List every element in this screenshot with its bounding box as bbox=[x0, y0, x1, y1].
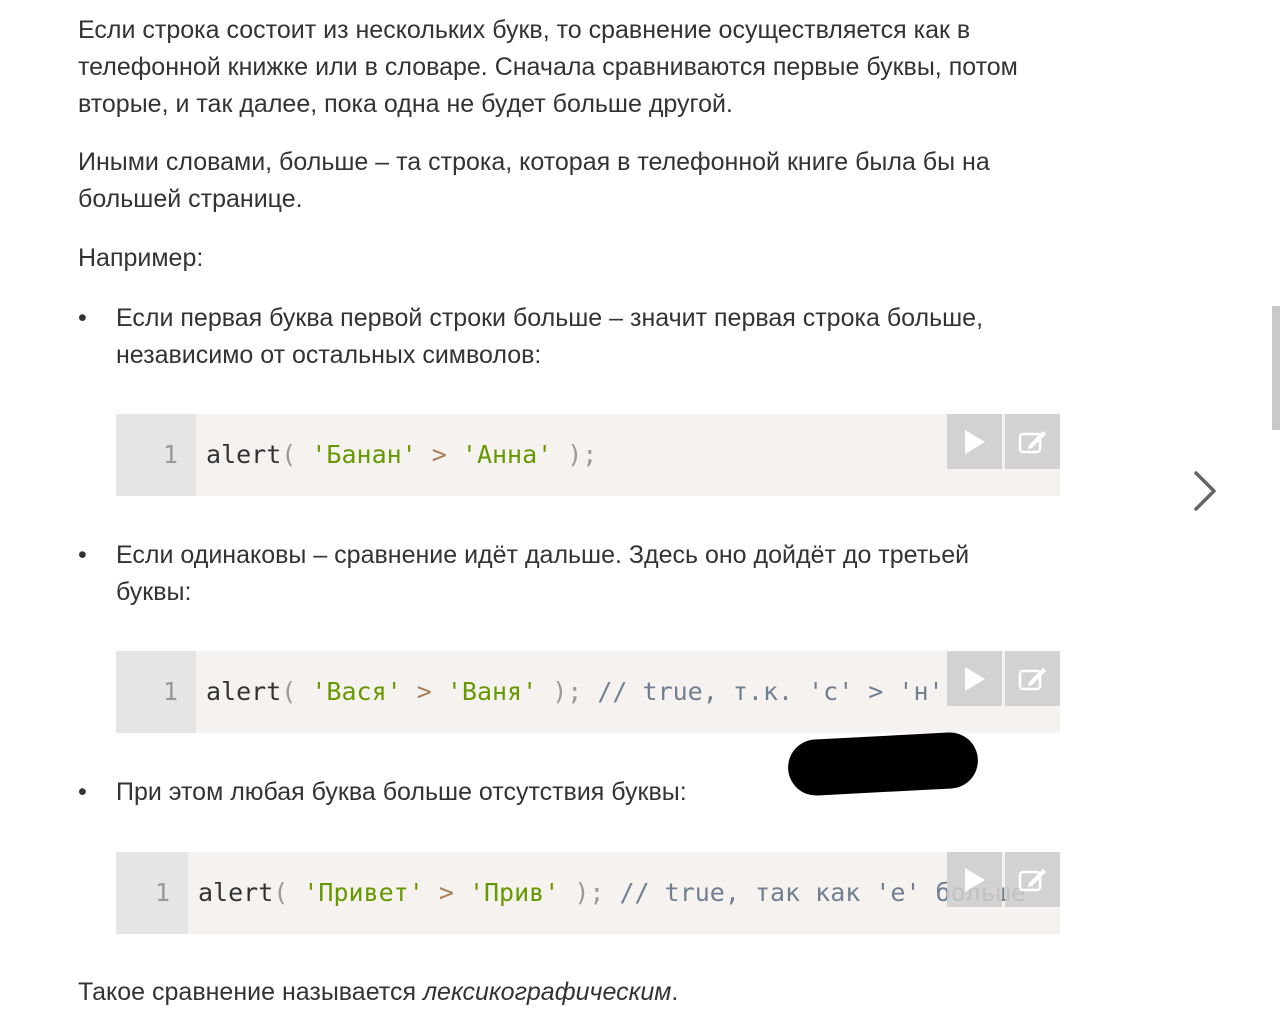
code-string: 'Вася' bbox=[311, 677, 402, 706]
play-icon bbox=[964, 429, 985, 454]
code-string: 'Анна' bbox=[461, 440, 553, 469]
code-string: 'Прив' bbox=[468, 878, 560, 907]
code-block: 1 alert( 'Банан' > 'Анна' ); bbox=[116, 414, 1060, 496]
list-item-text: Если первая буква первой строки больше –… bbox=[116, 304, 984, 369]
code-line: alert( 'Вася' > 'Ваня' ); // true, т.к. … bbox=[206, 651, 944, 733]
code-punctuation: ( bbox=[273, 878, 304, 907]
scrollbar-thumb[interactable] bbox=[1272, 306, 1280, 430]
code-punctuation: ); bbox=[559, 878, 620, 907]
edit-code-button[interactable] bbox=[1005, 852, 1060, 907]
code-function: alert bbox=[206, 677, 282, 706]
paragraph-lexicographic-intro: Если строка состоит из нескольких букв, … bbox=[78, 16, 1018, 118]
code-punctuation: ); bbox=[552, 440, 598, 469]
code-block: 1 alert( 'Вася' > 'Ваня' ); // true, т.к… bbox=[116, 651, 1060, 733]
conclusion-period: . bbox=[671, 978, 679, 1006]
bullet-icon: • bbox=[78, 541, 87, 569]
line-number: 1 bbox=[116, 651, 196, 733]
code-function: alert bbox=[206, 440, 282, 469]
code-operator: > bbox=[423, 878, 469, 907]
edit-icon bbox=[1018, 868, 1046, 891]
run-code-button[interactable] bbox=[947, 414, 1002, 469]
bullet-icon: • bbox=[78, 778, 87, 806]
code-punctuation: ( bbox=[281, 677, 312, 706]
code-line: alert( 'Банан' > 'Анна' ); bbox=[206, 414, 597, 496]
conclusion-text: Такое сравнение называется bbox=[78, 978, 423, 1006]
code-punctuation: ); bbox=[537, 677, 598, 706]
play-icon bbox=[964, 867, 985, 892]
code-operator: > bbox=[401, 677, 447, 706]
paragraph-example-label: Например: bbox=[78, 244, 204, 272]
code-string: 'Банан' bbox=[311, 440, 417, 469]
list-item-text: При этом любая буква больше отсутствия б… bbox=[116, 778, 687, 806]
edit-icon bbox=[1018, 667, 1046, 690]
line-number: 1 bbox=[116, 414, 196, 496]
paragraph-conclusion: Такое сравнение называется лексикографич… bbox=[78, 974, 1038, 1011]
paragraph-phonebook-analogy: Иными словами, больше – та строка, котор… bbox=[78, 148, 990, 213]
line-number: 1 bbox=[116, 852, 188, 934]
list-item-text: Если одинаковы – сравнение идёт дальше. … bbox=[116, 541, 970, 606]
code-punctuation: ( bbox=[281, 440, 312, 469]
code-string: 'Ваня' bbox=[446, 677, 538, 706]
code-operator: > bbox=[416, 440, 462, 469]
code-comment: // true, т.к. 'с' > 'н' bbox=[597, 677, 944, 706]
run-code-button[interactable] bbox=[947, 651, 1002, 706]
edit-code-button[interactable] bbox=[1005, 414, 1060, 469]
code-string: 'Привет' bbox=[303, 878, 424, 907]
edit-code-button[interactable] bbox=[1005, 651, 1060, 706]
code-function: alert bbox=[198, 878, 274, 907]
edit-icon bbox=[1018, 430, 1046, 453]
play-icon bbox=[964, 666, 985, 691]
code-block: 1 alert( 'Привет' > 'Прив' ); // true, т… bbox=[116, 852, 1060, 934]
bullet-icon: • bbox=[78, 304, 87, 332]
conclusion-term: лексикографическим bbox=[422, 978, 672, 1006]
chevron-right-icon bbox=[1194, 471, 1216, 511]
run-code-button[interactable] bbox=[947, 852, 1002, 907]
code-line: alert( 'Привет' > 'Прив' ); // true, так… bbox=[198, 852, 1026, 934]
next-page-button[interactable] bbox=[1186, 466, 1226, 516]
